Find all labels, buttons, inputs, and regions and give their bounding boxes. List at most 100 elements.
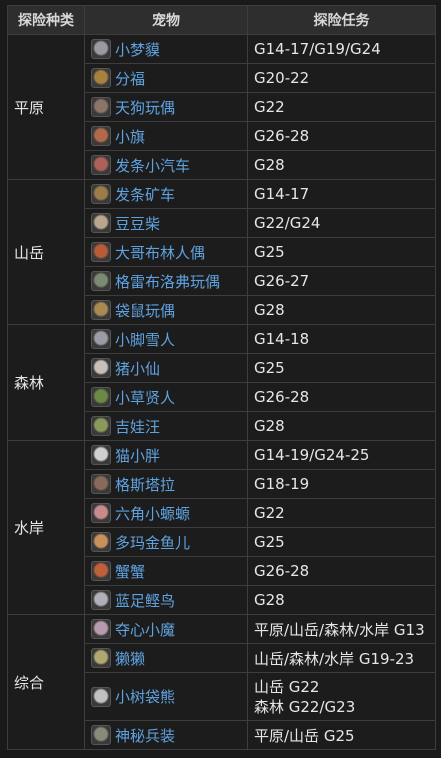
pet-cell: 小旗: [84, 121, 248, 151]
pet-name-link[interactable]: 小树袋熊: [115, 686, 175, 707]
chocobo-icon[interactable]: [91, 648, 111, 668]
toy-car-icon[interactable]: [91, 155, 111, 175]
pet-name-link[interactable]: 神秘兵装: [115, 725, 175, 746]
pet-name-link[interactable]: 小草贤人: [115, 387, 175, 408]
leaf-sage-icon[interactable]: [91, 387, 111, 407]
task-text: G14-17: [254, 185, 310, 203]
mine-cart-icon[interactable]: [91, 184, 111, 204]
pet-name-link[interactable]: 蓝足鲣鸟: [115, 590, 175, 611]
task-cell: G14-17: [247, 179, 436, 209]
task-cell: 山岳/森林/水岸 G19-23: [247, 643, 436, 673]
gastalla-icon[interactable]: [91, 474, 111, 494]
pig-icon[interactable]: [91, 358, 111, 378]
pet-name-link[interactable]: 格雷布洛弗玩偶: [115, 271, 220, 292]
task-cell: G28: [247, 585, 436, 615]
task-text: G28: [254, 591, 285, 609]
sheep-icon[interactable]: [91, 39, 111, 59]
crab-icon[interactable]: [91, 561, 111, 581]
pet-name-link[interactable]: 格斯塔拉: [115, 474, 175, 495]
table-header-row: 探险种类 宠物 探险任务: [7, 5, 436, 35]
task-text: G22: [254, 504, 285, 522]
task-text: G25: [254, 243, 285, 261]
task-cell: G14-19/G24-25: [247, 440, 436, 470]
imp-icon[interactable]: [91, 619, 111, 639]
pet-name-link[interactable]: 小梦貘: [115, 39, 160, 60]
category-cell: 森林: [7, 324, 85, 441]
pet-name-link[interactable]: 六角小螈螈: [115, 503, 190, 524]
task-cell: 平原/山岳/森林/水岸 G13: [247, 614, 436, 644]
pet-cell: 獭獭: [84, 643, 248, 673]
task-text: G28: [254, 301, 285, 319]
task-cell: G18-19: [247, 469, 436, 499]
pet-name-link[interactable]: 天狗玩偶: [115, 97, 175, 118]
koala-icon[interactable]: [91, 686, 111, 707]
pet-name-link[interactable]: 吉娃汪: [115, 416, 160, 437]
axolotl-icon[interactable]: [91, 503, 111, 523]
pet-cell: 小草贤人: [84, 382, 248, 412]
pet-name-link[interactable]: 发条小汽车: [115, 155, 190, 176]
armor-icon[interactable]: [91, 725, 111, 745]
task-cell: G22: [247, 498, 436, 528]
task-text: G14-18: [254, 330, 310, 348]
task-cell: G22/G24: [247, 208, 436, 238]
task-text: G26-28: [254, 127, 310, 145]
table-row: 山岳 发条矿车 G14-17: [7, 179, 436, 325]
goblin-doll-icon[interactable]: [91, 242, 111, 262]
task-cell: G26-27: [247, 266, 436, 296]
pet-name-link[interactable]: 小脚雪人: [115, 329, 175, 350]
mole-doll-icon[interactable]: [91, 300, 111, 320]
pet-cell: 分福: [84, 63, 248, 93]
yeti-icon[interactable]: [91, 329, 111, 349]
table-body: 平原 小梦貘 G14-17/G19/G24 分福 G20-22 天狗玩偶 G22 小旗 G26-…: [7, 34, 436, 750]
pet-name-link[interactable]: 多玛金鱼儿: [115, 532, 190, 553]
pet-cell: 多玛金鱼儿: [84, 527, 248, 557]
pet-cell: 蓝足鲣鸟: [84, 585, 248, 615]
shiba-icon[interactable]: [91, 213, 111, 233]
bird-icon[interactable]: [91, 590, 111, 610]
table-row: 平原 小梦貘 G14-17/G19/G24: [7, 34, 436, 180]
pet-cell: 小脚雪人: [84, 324, 248, 354]
pet-cell: 猫小胖: [84, 440, 248, 470]
task-cell: G14-18: [247, 324, 436, 354]
cat-icon[interactable]: [91, 445, 111, 465]
pet-cell: 格雷布洛弗玩偶: [84, 266, 248, 296]
pet-name-link[interactable]: 袋鼠玩偶: [115, 300, 175, 321]
pet-name-link[interactable]: 夺心小魔: [115, 619, 175, 640]
task-text: G26-27: [254, 272, 310, 290]
table-row: 水岸 猫小胖 G14-19/G24-25: [7, 440, 436, 615]
pet-cell: 小树袋熊: [84, 672, 248, 721]
task-cell: G20-22: [247, 63, 436, 93]
pet-name-link[interactable]: 豆豆柴: [115, 213, 160, 234]
pet-cell: 袋鼠玩偶: [84, 295, 248, 325]
pet-name-link[interactable]: 发条矿车: [115, 184, 175, 205]
task-cell: G26-28: [247, 556, 436, 586]
task-text: G22/G24: [254, 214, 321, 232]
mandragora-icon[interactable]: [91, 416, 111, 436]
dog-icon[interactable]: [91, 68, 111, 88]
task-text: G28: [254, 417, 285, 435]
pet-cell: 蟹蟹: [84, 556, 248, 586]
pet-name-link[interactable]: 猫小胖: [115, 445, 160, 466]
pet-cell: 猪小仙: [84, 353, 248, 383]
pet-name-link[interactable]: 猪小仙: [115, 358, 160, 379]
task-cell: G26-28: [247, 121, 436, 151]
pet-cell: 发条小汽车: [84, 150, 248, 180]
task-text: G26-28: [254, 562, 310, 580]
pet-name-link[interactable]: 大哥布林人偶: [115, 242, 205, 263]
gremlin-doll-icon[interactable]: [91, 271, 111, 291]
header-pet: 宠物: [84, 5, 248, 35]
pet-cell: 发条矿车: [84, 179, 248, 209]
pet-cell: 格斯塔拉: [84, 469, 248, 499]
category-cell: 水岸: [7, 440, 85, 615]
pet-name-link[interactable]: 蟹蟹: [115, 561, 145, 582]
task-text: 山岳/森林/水岸 G19-23: [254, 649, 415, 668]
flag-icon[interactable]: [91, 126, 111, 146]
pet-cell: 神秘兵装: [84, 720, 248, 750]
pet-name-link[interactable]: 獭獭: [115, 648, 145, 669]
pet-name-link[interactable]: 分福: [115, 68, 145, 89]
goldfish-icon[interactable]: [91, 532, 111, 552]
doll-icon[interactable]: [91, 97, 111, 117]
pet-name-link[interactable]: 小旗: [115, 126, 145, 147]
task-text: G25: [254, 533, 285, 551]
task-text: G25: [254, 359, 285, 377]
